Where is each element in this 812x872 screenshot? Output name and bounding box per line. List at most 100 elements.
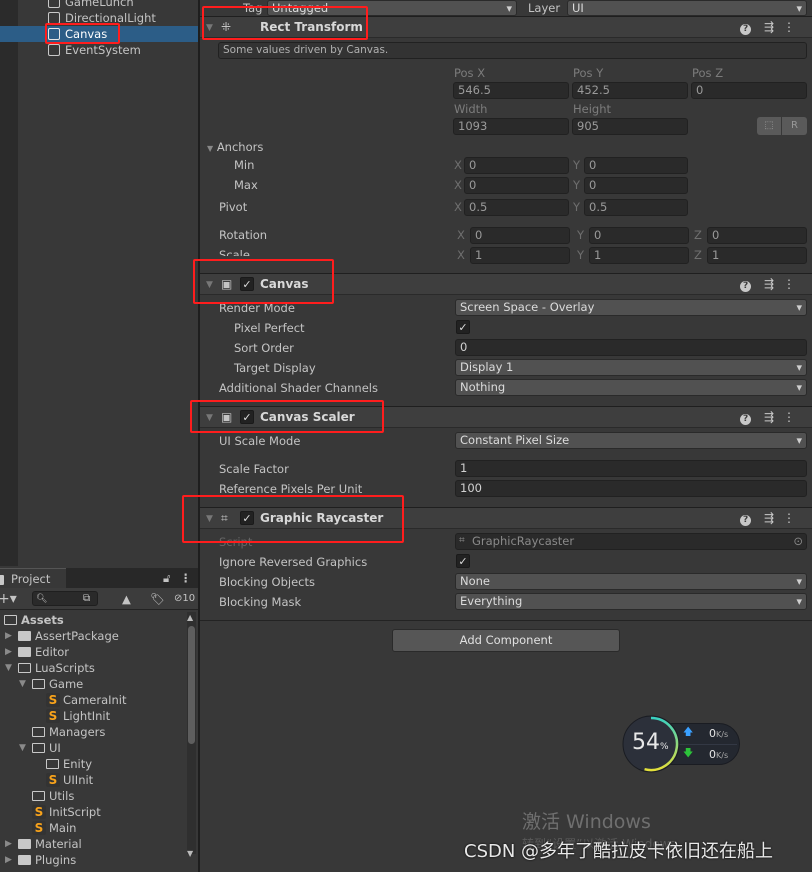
project-tree-item[interactable]: ▼ UI (0, 740, 186, 756)
anchor-min-x-field[interactable]: 0 (464, 157, 569, 174)
highlight-box (182, 495, 404, 543)
help-icon[interactable]: ? (740, 414, 752, 425)
tab-project[interactable]: Project (0, 568, 66, 589)
presets-icon[interactable]: ⇶ (764, 511, 783, 525)
object-picker-icon[interactable]: ⊙ (793, 534, 803, 549)
folder-icon (46, 759, 59, 769)
project-tree-item[interactable]: Managers (0, 724, 186, 740)
panel-divider[interactable] (198, 0, 200, 872)
height-field[interactable]: 905 (572, 118, 688, 135)
project-tree-item[interactable]: S Main (0, 820, 186, 836)
search-input[interactable]: 🔍︎ ⧉ (32, 591, 98, 606)
foldout-arrow-icon[interactable]: ▼ (5, 660, 12, 676)
foldout-arrow-icon[interactable]: ▶ (5, 644, 12, 660)
pos-y-field[interactable]: 452.5 (572, 82, 688, 99)
folder-icon (32, 791, 45, 801)
anchors-foldout[interactable]: ▼ Anchors (207, 139, 263, 157)
foldout-arrow-icon[interactable]: ▼ (19, 740, 26, 756)
blocking-objects-dropdown[interactable]: None (455, 573, 807, 590)
search-mode-icon[interactable]: ⧉ (83, 591, 90, 607)
pos-x-field[interactable]: 546.5 (453, 82, 569, 99)
anchor-max-x-field[interactable]: 0 (464, 177, 569, 194)
project-tree-item[interactable]: S UIInit (0, 772, 186, 788)
label-icon[interactable]: 🏷︎ (150, 591, 165, 607)
ignore-reversed-checkbox[interactable]: ✓ (456, 554, 470, 568)
add-component-button[interactable]: Add Component (392, 629, 620, 652)
scale-z-field[interactable]: 1 (707, 247, 807, 264)
project-tree-item[interactable]: S CameraInit (0, 692, 186, 708)
hierarchy-panel (0, 0, 198, 566)
ui-scale-mode-dropdown[interactable]: Constant Pixel Size (455, 432, 807, 449)
reference-ppu-field[interactable]: 100 (455, 480, 807, 497)
pixel-perfect-checkbox[interactable]: ✓ (456, 320, 470, 334)
project-tree-item[interactable]: Enity (0, 756, 186, 772)
more-icon[interactable]: ⋮ (783, 277, 804, 291)
project-tree-item[interactable]: ▶ AssertPackage (0, 628, 186, 644)
target-display-dropdown[interactable]: Display 1 (455, 359, 807, 376)
upload-arrow-icon: 🡅 (683, 727, 694, 738)
hierarchy-item[interactable]: GameLunch (0, 0, 198, 10)
folder-icon (32, 727, 45, 737)
script-field[interactable]: ⌗ GraphicRaycaster ⊙ (455, 533, 807, 550)
layer-dropdown[interactable]: UI (567, 0, 807, 16)
project-tree-item[interactable]: S LightInit (0, 708, 186, 724)
project-tree-item[interactable]: ▶ Plugins (0, 852, 186, 868)
blocking-mask-dropdown[interactable]: Everything (455, 593, 807, 610)
render-mode-dropdown[interactable]: Screen Space - Overlay (455, 299, 807, 316)
scale-x-field[interactable]: 1 (470, 247, 570, 264)
foldout-arrow-icon[interactable]: ▶ (5, 836, 12, 852)
sort-order-field[interactable]: 0 (455, 339, 807, 356)
presets-icon[interactable]: ⇶ (764, 410, 783, 424)
divider (200, 620, 812, 621)
project-tree-item[interactable]: Assets (0, 612, 186, 628)
download-arrow-icon: 🡇 (683, 748, 694, 759)
raw-edit-button[interactable]: R (782, 117, 807, 135)
project-tree-item[interactable]: ▶ Material (0, 836, 186, 852)
csdn-watermark: CSDN @多年了酷拉皮卡依旧还在船上 (464, 841, 774, 862)
scroll-up-icon[interactable]: ▲ (187, 610, 193, 626)
project-tree-item[interactable]: S InitScript (0, 804, 186, 820)
gameobject-icon (48, 44, 60, 56)
presets-icon[interactable]: ⇶ (764, 277, 783, 291)
project-tree-item[interactable]: ▶ Editor (0, 644, 186, 660)
rotation-y-field[interactable]: 0 (589, 227, 689, 244)
blueprint-mode-button[interactable]: ⬚ (757, 117, 781, 135)
scale-y-field[interactable]: 1 (589, 247, 689, 264)
scroll-down-icon[interactable]: ▼ (187, 846, 193, 862)
hidden-icon[interactable]: ⊘10 (174, 591, 195, 607)
anchor-max-y-field[interactable]: 0 (584, 177, 688, 194)
layer-label: Layer (528, 1, 561, 15)
more-icon[interactable]: ⋮ (783, 410, 804, 424)
width-field[interactable]: 1093 (453, 118, 569, 135)
more-icon[interactable]: ⋮ (783, 511, 804, 525)
cpu-percent: 54 (632, 730, 660, 755)
filter-type-icon[interactable]: ▲ (122, 591, 131, 607)
help-icon[interactable]: ? (740, 281, 752, 292)
pos-z-field[interactable]: 0 (691, 82, 807, 99)
help-icon[interactable]: ? (740, 24, 752, 35)
foldout-arrow-icon[interactable]: ▶ (5, 852, 12, 868)
project-tree-item[interactable]: ▼ Game (0, 676, 186, 692)
folder-open-icon (32, 679, 45, 689)
add-icon[interactable]: +▾ (0, 591, 17, 607)
presets-icon[interactable]: ⇶ (764, 20, 783, 34)
project-tree-item[interactable]: Utils (0, 788, 186, 804)
shader-channels-dropdown[interactable]: Nothing (455, 379, 807, 396)
hierarchy-item[interactable]: EventSystem (0, 42, 198, 58)
lock-icon[interactable]: 🔓︎ (163, 570, 170, 586)
scale-factor-field[interactable]: 1 (455, 460, 807, 477)
rotation-x-field[interactable]: 0 (470, 227, 570, 244)
anchor-min-y-field[interactable]: 0 (584, 157, 688, 174)
foldout-arrow-icon[interactable]: ▼ (19, 676, 26, 692)
folder-open-icon (4, 615, 17, 625)
more-icon[interactable]: ⋮ (180, 570, 192, 586)
help-icon[interactable]: ? (740, 515, 752, 526)
foldout-arrow-icon[interactable]: ▶ (5, 628, 12, 644)
project-scrollbar-thumb[interactable] (188, 626, 195, 744)
more-icon[interactable]: ⋮ (783, 20, 804, 34)
pivot-x-field[interactable]: 0.5 (464, 199, 569, 216)
project-toolbar (0, 588, 198, 610)
rotation-z-field[interactable]: 0 (707, 227, 807, 244)
pivot-y-field[interactable]: 0.5 (584, 199, 688, 216)
project-tree-item[interactable]: ▼ LuaScripts (0, 660, 186, 676)
